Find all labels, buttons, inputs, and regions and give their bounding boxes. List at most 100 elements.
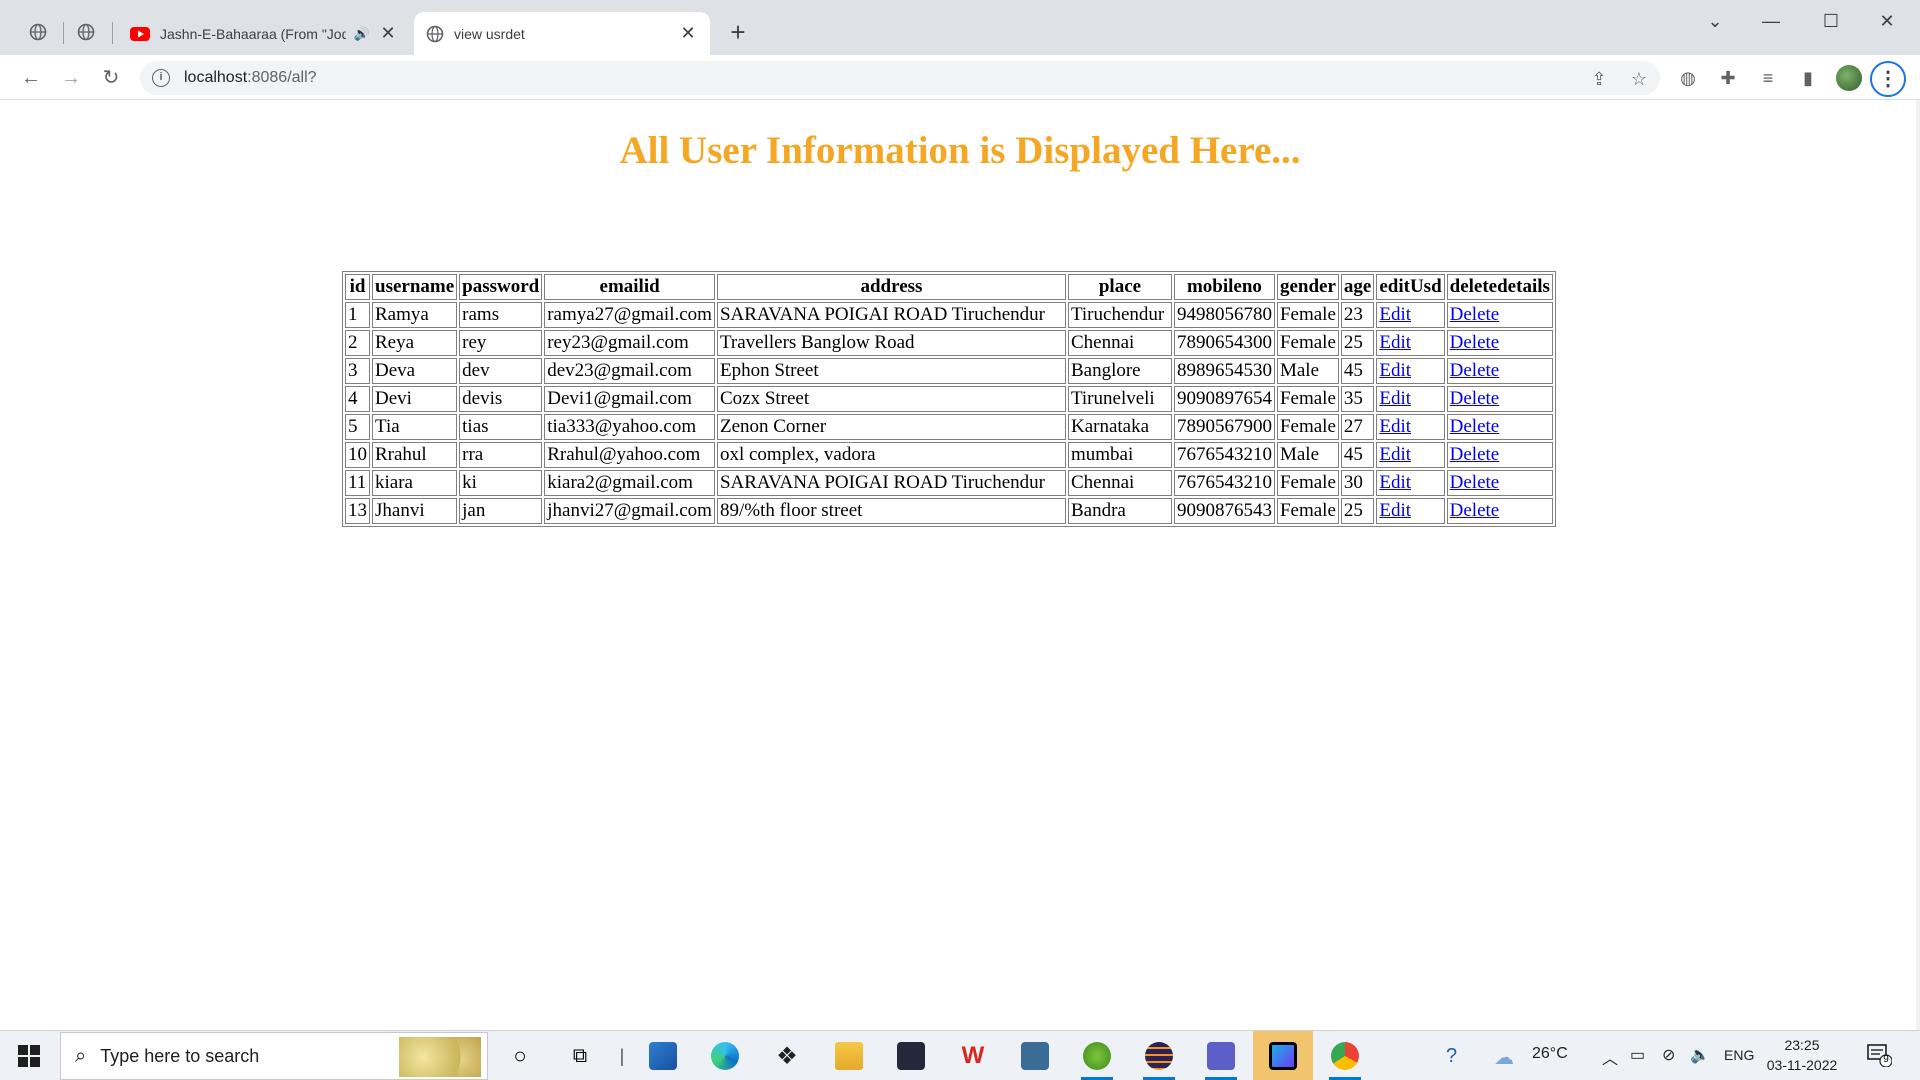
network-icon[interactable]: ⊘ <box>1662 1045 1675 1065</box>
speaker-icon[interactable]: 🔊 <box>354 26 370 42</box>
pinned-tab-1[interactable] <box>18 14 58 50</box>
cell-address: oxl complex, vadora <box>716 442 1066 468</box>
edit-link[interactable]: Edit <box>1379 304 1411 325</box>
delete-link[interactable]: Delete <box>1450 304 1500 325</box>
edit-link[interactable]: Edit <box>1379 360 1411 381</box>
browser-menu-button[interactable]: ⋮ <box>1870 61 1906 97</box>
edit-link[interactable]: Edit <box>1379 500 1411 521</box>
file-explorer-icon[interactable] <box>831 1038 867 1074</box>
users-table-wrapper: id username password emailid address pla… <box>342 271 1556 527</box>
close-window-button[interactable]: ✕ <box>1862 6 1912 36</box>
cell-id: 5 <box>345 414 370 440</box>
media-control-icon[interactable]: ≡ <box>1754 64 1782 92</box>
minimize-button[interactable]: — <box>1746 6 1796 36</box>
reload-button[interactable]: ↻ <box>96 63 126 93</box>
cell-id: 13 <box>345 498 370 524</box>
cell-gender: Female <box>1276 498 1339 524</box>
edit-link[interactable]: Edit <box>1379 444 1411 465</box>
battery-icon[interactable]: ▭ <box>1630 1045 1645 1065</box>
input-language[interactable]: ENG <box>1724 1047 1754 1063</box>
table-row: 1 Ramya rams ramya27@gmail.com SARAVANA POIG… <box>345 302 1553 328</box>
cell-place: Tirunelveli <box>1067 386 1172 412</box>
show-hidden-icons-chevron-icon[interactable]: ︿ <box>1602 1045 1618 1069</box>
delete-link[interactable]: Delete <box>1450 416 1500 437</box>
volume-icon[interactable]: 🔈 <box>1690 1045 1710 1065</box>
edge-icon[interactable] <box>707 1038 743 1074</box>
cell-delete: Delete <box>1446 498 1553 524</box>
cell-mobileno: 8989654530 <box>1173 358 1275 384</box>
edit-link[interactable]: Edit <box>1379 416 1411 437</box>
edit-link[interactable]: Edit <box>1379 388 1411 409</box>
cell-gender: Female <box>1276 386 1339 412</box>
taskbar-search-box[interactable]: ⌕ Type here to search <box>60 1032 488 1080</box>
cell-delete: Delete <box>1446 470 1553 496</box>
start-button[interactable] <box>18 1045 40 1067</box>
extensions-puzzle-icon[interactable]: ✚ <box>1714 64 1742 92</box>
users-table: id username password emailid address pla… <box>342 271 1556 527</box>
pinned-tab-2[interactable] <box>66 14 106 50</box>
eclipse-icon[interactable] <box>1141 1038 1177 1080</box>
weather-cloud-icon[interactable]: ☁ <box>1494 1045 1514 1070</box>
chrome-icon[interactable] <box>1327 1038 1363 1080</box>
weather-temperature[interactable]: 26°C <box>1532 1045 1568 1063</box>
delete-link[interactable]: Delete <box>1450 444 1500 465</box>
close-tab-icon[interactable]: ✕ <box>678 23 698 44</box>
sublime-text-icon[interactable] <box>893 1038 929 1074</box>
notification-center-button[interactable]: 9 <box>1866 1043 1893 1068</box>
mysql-workbench-icon[interactable] <box>1017 1038 1053 1074</box>
page-scrollbar[interactable] <box>1916 100 1920 1030</box>
table-row: 13 Jhanvi jan jhanvi27@gmail.com 89/%th floo… <box>345 498 1553 524</box>
delete-link[interactable]: Delete <box>1450 332 1500 353</box>
cell-age: 30 <box>1340 470 1375 496</box>
cell-mobileno: 9090876543 <box>1173 498 1275 524</box>
webstorm-icon[interactable] <box>1253 1031 1313 1080</box>
new-tab-button[interactable]: + <box>723 18 753 48</box>
cell-username: Jhanvi <box>372 498 458 524</box>
page-heading: All User Information is Displayed Here..… <box>619 129 1301 172</box>
tab-view-usrdet[interactable]: view usrdet ✕ <box>414 12 710 55</box>
cell-id: 1 <box>345 302 370 328</box>
cell-address: SARAVANA POIGAI ROAD Tiruchendur <box>716 302 1066 328</box>
side-panel-icon[interactable]: ▮ <box>1794 64 1822 92</box>
help-icon[interactable]: ? <box>1446 1045 1457 1068</box>
cell-username: Ramya <box>372 302 458 328</box>
forward-button[interactable]: → <box>56 63 86 93</box>
col-header-mobileno: mobileno <box>1173 274 1275 300</box>
delete-link[interactable]: Delete <box>1450 388 1500 409</box>
cell-emailid: rey23@gmail.com <box>544 330 715 356</box>
address-bar[interactable]: i localhost:8086/all? ⇪ ☆ <box>140 61 1660 95</box>
spring-tool-suite-icon[interactable] <box>1079 1038 1115 1080</box>
table-row: 10 Rrahul rra Rrahul@yahoo.com oxl complex, … <box>345 442 1553 468</box>
tab-search-button[interactable]: ⌄ <box>1690 6 1740 36</box>
site-info-icon[interactable]: i <box>152 69 170 87</box>
task-view-icon[interactable]: ⧉ <box>562 1038 598 1074</box>
cell-username: Reya <box>372 330 458 356</box>
delete-link[interactable]: Delete <box>1450 472 1500 493</box>
delete-link[interactable]: Delete <box>1450 360 1500 381</box>
delete-link[interactable]: Delete <box>1450 500 1500 521</box>
url-text[interactable]: localhost:8086/all? <box>184 69 317 87</box>
teams-icon[interactable] <box>1203 1038 1239 1080</box>
cortana-icon[interactable]: ○ <box>502 1038 538 1074</box>
edit-link[interactable]: Edit <box>1379 332 1411 353</box>
cell-gender: Female <box>1276 330 1339 356</box>
share-icon[interactable]: ⇪ <box>1588 68 1610 90</box>
page-content: All User Information is Displayed Here..… <box>0 100 1920 1030</box>
col-header-address: address <box>716 274 1066 300</box>
close-tab-icon[interactable]: ✕ <box>378 23 398 44</box>
cell-delete: Delete <box>1446 442 1553 468</box>
maximize-button[interactable]: ☐ <box>1806 6 1856 36</box>
cell-mobileno: 7676543210 <box>1173 470 1275 496</box>
tab-youtube[interactable]: Jashn-E-Bahaaraa (From "Jodhaa Akbar") 🔊… <box>118 12 410 55</box>
bookmark-star-icon[interactable]: ☆ <box>1628 68 1650 90</box>
extension-globe-icon[interactable]: ◍ <box>1674 64 1702 92</box>
microsoft-store-icon[interactable] <box>645 1038 681 1074</box>
dropbox-icon[interactable]: ❖ <box>769 1038 805 1074</box>
wps-office-icon[interactable]: W <box>955 1038 991 1074</box>
edit-link[interactable]: Edit <box>1379 472 1411 493</box>
taskbar-clock[interactable]: 23:25 03-11-2022 <box>1762 1035 1842 1075</box>
cell-emailid: kiara2@gmail.com <box>544 470 715 496</box>
back-button[interactable]: ← <box>16 63 46 93</box>
profile-avatar[interactable] <box>1836 65 1862 91</box>
notification-count: 9 <box>1883 1054 1889 1065</box>
